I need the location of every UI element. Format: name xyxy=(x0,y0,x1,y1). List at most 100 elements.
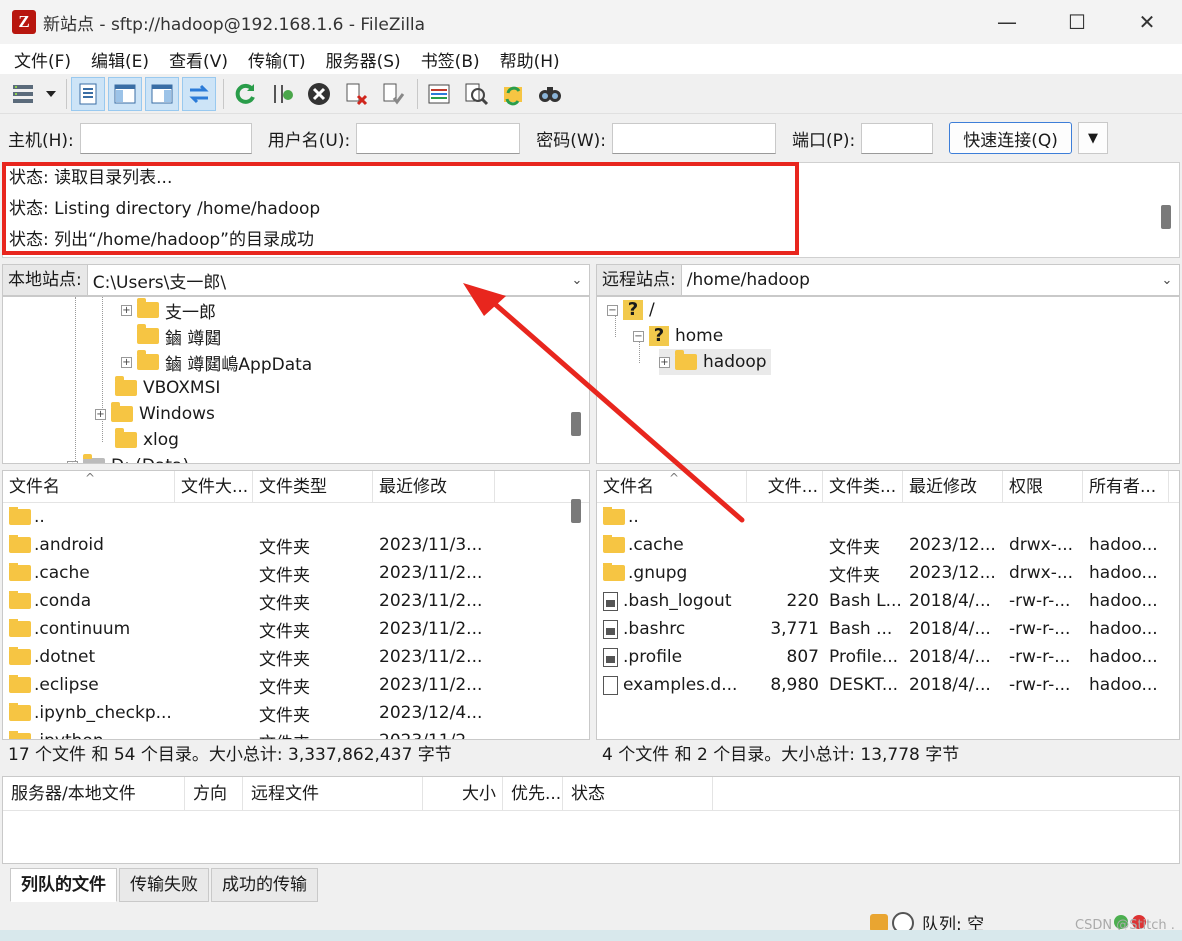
tree-item-selected[interactable]: + hadoop xyxy=(659,349,771,375)
column-filetype[interactable]: 文件类型 xyxy=(253,471,373,503)
table-row[interactable]: .android 文件夹 2023/11/3... xyxy=(3,531,589,559)
expand-icon[interactable]: + xyxy=(67,460,78,463)
menu-bookmarks[interactable]: 书签(B) xyxy=(411,47,490,72)
collapse-icon[interactable]: − xyxy=(633,330,644,342)
table-row[interactable]: .gnupg 文件夹 2023/12... drwx-... hadoo... xyxy=(597,559,1179,587)
transfer-queue[interactable]: 服务器/本地文件 方向 远程文件 大小 优先... 状态 xyxy=(2,776,1180,864)
local-path-input[interactable]: C:\Users\支一郎\ xyxy=(88,268,565,293)
column-priority[interactable]: 优先... xyxy=(503,777,563,811)
tree-item[interactable]: xlog xyxy=(115,427,179,453)
tab-successful-transfers[interactable]: 成功的传输 xyxy=(211,868,318,902)
column-direction[interactable]: 方向 xyxy=(185,777,243,811)
column-server-local-file[interactable]: 服务器/本地文件 xyxy=(3,777,185,811)
search-icon[interactable] xyxy=(533,77,567,111)
folder-icon xyxy=(9,535,31,553)
local-list-scrollbar[interactable] xyxy=(571,499,581,523)
table-row[interactable]: .ipynb_checkp... 文件夹 2023/12/4... xyxy=(3,699,589,727)
toggle-comparison-icon[interactable] xyxy=(459,77,493,111)
file-name: .dotnet xyxy=(34,647,96,667)
column-size[interactable]: 大小 xyxy=(423,777,503,811)
toolbar xyxy=(0,74,1182,114)
toggle-remote-tree-icon[interactable] xyxy=(145,76,179,111)
sync-browsing-icon[interactable] xyxy=(496,77,530,111)
menu-help[interactable]: 帮助(H) xyxy=(490,47,570,72)
expand-icon[interactable]: + xyxy=(659,356,670,368)
table-row[interactable]: .profile 807 Profile... 2018/4/... -rw-r… xyxy=(597,643,1179,671)
remote-directory-tree[interactable]: −? / −? home + hadoop xyxy=(596,296,1180,464)
tree-item[interactable]: VBOXMSI xyxy=(115,375,220,401)
table-row[interactable]: .ipython 文件夹 2023/11/2... xyxy=(3,727,589,739)
table-row[interactable]: .. xyxy=(597,503,1179,531)
tree-item[interactable]: + 支一郎 xyxy=(121,297,216,323)
log-line: 状态: 列出“/home/hadoop”的目录成功 xyxy=(9,230,314,250)
remote-file-list[interactable]: 文件名 文件... 文件类... 最近修改 权限 所有者... ^ .. .ca… xyxy=(596,470,1180,740)
local-tree-scrollbar[interactable] xyxy=(571,412,581,436)
toggle-log-icon[interactable] xyxy=(71,76,105,111)
password-input[interactable] xyxy=(612,122,777,154)
toggle-queue-icon[interactable] xyxy=(182,76,216,111)
remote-path-input[interactable]: /home/hadoop xyxy=(682,270,1155,290)
tree-item[interactable]: −? home xyxy=(633,323,723,349)
table-row[interactable]: .. xyxy=(3,503,589,531)
tab-failed-transfers[interactable]: 传输失败 xyxy=(119,868,209,902)
expand-icon[interactable]: + xyxy=(121,356,132,368)
tree-item-label: hadoop xyxy=(703,352,767,372)
column-filetype[interactable]: 文件类... xyxy=(823,471,903,503)
tab-queued-files[interactable]: 列队的文件 xyxy=(10,868,117,902)
host-input[interactable] xyxy=(79,122,252,154)
column-remote-file[interactable]: 远程文件 xyxy=(243,777,423,811)
tree-item[interactable]: + Windows xyxy=(95,401,215,427)
log-scrollbar[interactable] xyxy=(1161,205,1171,229)
table-row[interactable]: .cache 文件夹 2023/11/2... xyxy=(3,559,589,587)
quickconnect-dropdown-icon[interactable]: ▼ xyxy=(1077,122,1108,154)
table-row[interactable]: .dotnet 文件夹 2023/11/2... xyxy=(3,643,589,671)
table-row[interactable]: .bashrc 3,771 Bash ... 2018/4/... -rw-r-… xyxy=(597,615,1179,643)
maximize-button[interactable]: ☐ xyxy=(1042,0,1112,44)
table-row[interactable]: .cache 文件夹 2023/12... drwx-... hadoo... xyxy=(597,531,1179,559)
dropdown-arrow-icon[interactable] xyxy=(43,77,59,111)
table-row[interactable]: examples.d... 8,980 DESKT... 2018/4/... … xyxy=(597,671,1179,699)
tree-item[interactable]: 鏀 竴閮 xyxy=(137,323,221,349)
table-row[interactable]: .continuum 文件夹 2023/11/2... xyxy=(3,615,589,643)
menu-transfer[interactable]: 传输(T) xyxy=(238,47,316,72)
reconnect-icon[interactable] xyxy=(376,77,410,111)
column-filesize[interactable]: 文件大... xyxy=(175,471,253,503)
username-input[interactable] xyxy=(356,122,521,154)
tree-item[interactable]: + 鏀 竴閮嶋AppData xyxy=(121,349,312,375)
folder-icon xyxy=(115,376,137,396)
local-file-list[interactable]: 文件名 文件大... 文件类型 最近修改 ^ .. .android 文件夹 2… xyxy=(2,470,590,740)
column-modified[interactable]: 最近修改 xyxy=(903,471,1003,503)
message-log[interactable]: 状态: 读取目录列表... 状态: Listing directory /hom… xyxy=(2,162,1180,258)
close-button[interactable]: ✕ xyxy=(1112,0,1182,44)
process-queue-icon[interactable] xyxy=(265,77,299,111)
column-owner[interactable]: 所有者... xyxy=(1083,471,1169,503)
column-modified[interactable]: 最近修改 xyxy=(373,471,495,503)
disconnect-icon[interactable] xyxy=(339,77,373,111)
site-manager-icon[interactable] xyxy=(6,77,40,111)
port-input[interactable] xyxy=(861,122,934,154)
cancel-icon[interactable] xyxy=(302,77,336,111)
menu-edit[interactable]: 编辑(E) xyxy=(81,47,159,72)
expand-icon[interactable]: + xyxy=(121,304,132,316)
expand-icon[interactable]: + xyxy=(95,408,106,420)
column-filesize[interactable]: 文件... xyxy=(747,471,823,503)
tree-item[interactable]: + D: (Data) xyxy=(67,453,189,463)
menu-view[interactable]: 查看(V) xyxy=(159,47,238,72)
quickconnect-button[interactable]: 快速连接(Q) xyxy=(949,122,1072,154)
menu-file[interactable]: 文件(F) xyxy=(4,47,81,72)
directory-filter-icon[interactable] xyxy=(422,77,456,111)
minimize-button[interactable]: — xyxy=(972,0,1042,44)
table-row[interactable]: .bash_logout 220 Bash L... 2018/4/... -r… xyxy=(597,587,1179,615)
local-directory-tree[interactable]: + 支一郎 鏀 竴閮 + 鏀 竴閮嶋AppData VBOXMSI + Windows… xyxy=(2,296,590,464)
column-permissions[interactable]: 权限 xyxy=(1003,471,1083,503)
column-status[interactable]: 状态 xyxy=(563,777,713,811)
toggle-local-tree-icon[interactable] xyxy=(108,76,142,111)
collapse-icon[interactable]: − xyxy=(607,304,618,316)
tree-item[interactable]: −? / xyxy=(607,297,655,323)
table-row[interactable]: .conda 文件夹 2023/11/2... xyxy=(3,587,589,615)
chevron-down-icon[interactable]: ⌄ xyxy=(565,273,589,288)
table-row[interactable]: .eclipse 文件夹 2023/11/2... xyxy=(3,671,589,699)
chevron-down-icon[interactable]: ⌄ xyxy=(1155,273,1179,288)
menu-server[interactable]: 服务器(S) xyxy=(316,47,411,72)
refresh-icon[interactable] xyxy=(228,77,262,111)
